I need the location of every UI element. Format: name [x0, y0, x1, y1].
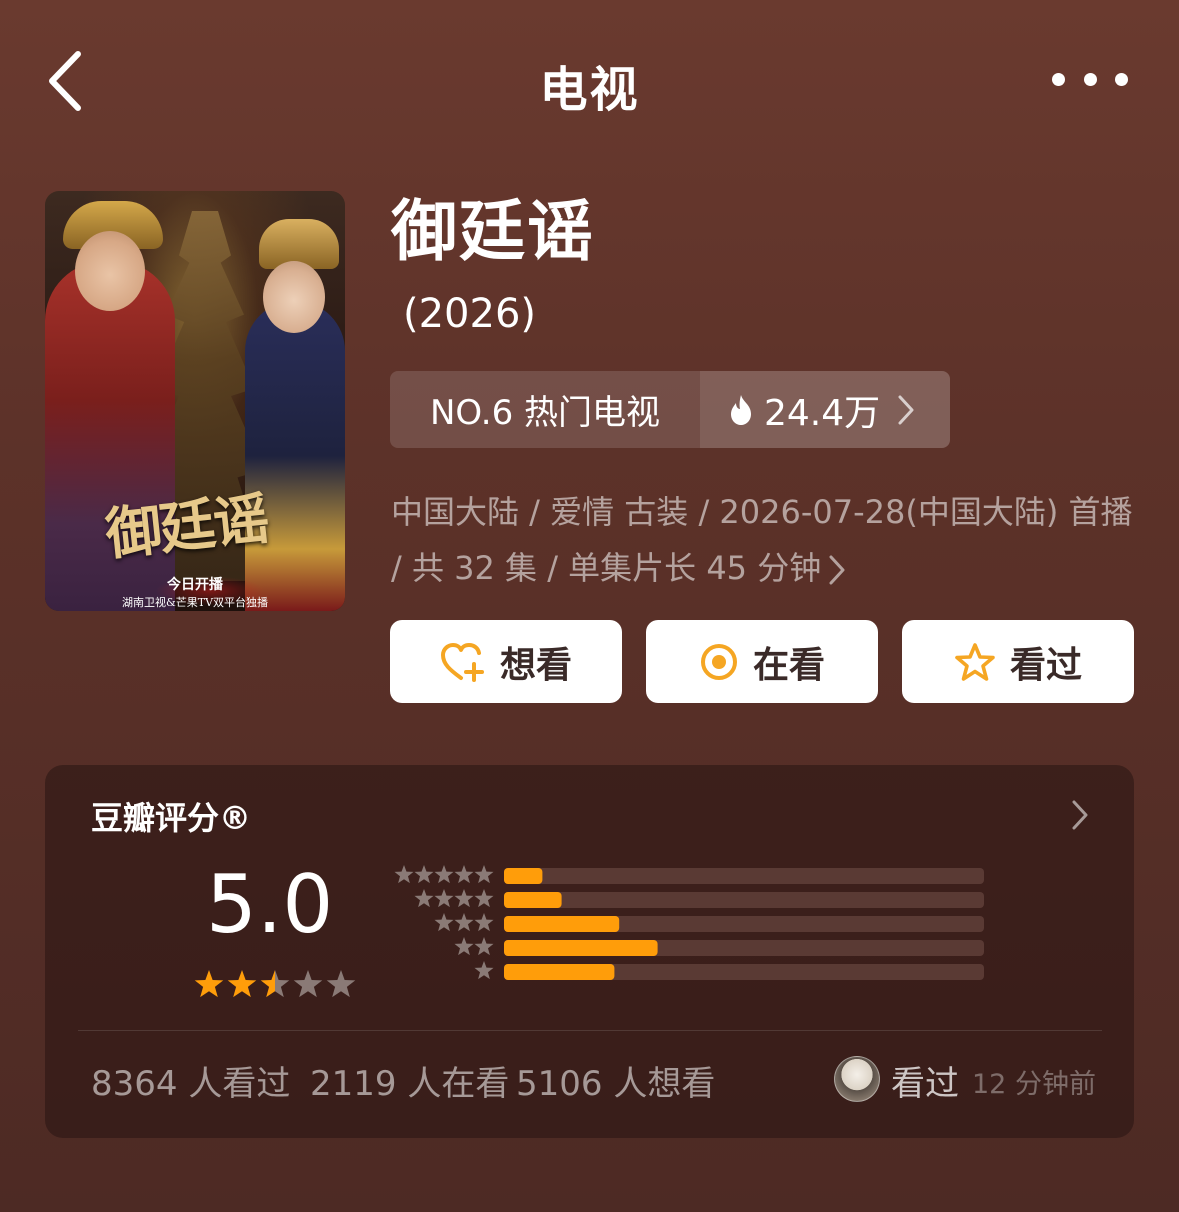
- want-count: 5106 人想看: [516, 1064, 716, 1104]
- recent-activity-time: 12 分钟前: [972, 1069, 1096, 1100]
- distribution-star: [434, 865, 454, 884]
- rating-distribution-bars: [504, 868, 984, 980]
- rating-star: [194, 970, 224, 998]
- distribution-bar-3-star: [504, 916, 620, 932]
- distribution-star: [474, 961, 494, 980]
- star-outline-icon: [955, 642, 995, 681]
- distribution-star: [454, 889, 474, 908]
- heat-value: 24.4万: [764, 392, 881, 434]
- chevron-right-icon: [829, 555, 845, 585]
- distribution-star: [474, 913, 494, 932]
- avatar[interactable]: [834, 1056, 880, 1102]
- more-dot-icon: [1115, 72, 1128, 86]
- want-to-watch-button[interactable]: 想看: [390, 620, 622, 703]
- watched-button[interactable]: 看过: [902, 620, 1134, 703]
- distribution-star: [454, 913, 474, 932]
- rating-score: 5.0: [206, 858, 334, 951]
- distribution-star: [414, 865, 434, 884]
- distribution-bar-2-star: [504, 940, 658, 956]
- poster-face-right: [263, 261, 325, 333]
- show-title: 御廷谣: [391, 193, 595, 270]
- target-icon: [700, 643, 737, 680]
- poster-figure-right: [245, 301, 345, 611]
- distribution-bar-4-star: [504, 892, 562, 908]
- want-to-watch-label: 想看: [499, 644, 572, 686]
- show-meta-info[interactable]: 中国大陆 / 爱情 古装 / 2026-07-28(中国大陆) 首播 / 共 3…: [391, 484, 1136, 596]
- rating-star: [293, 970, 323, 998]
- distribution-star: [474, 865, 494, 884]
- distribution-star: [474, 889, 494, 908]
- page-title: 电视: [539, 62, 640, 118]
- rank-badge[interactable]: NO.6 热门电视 24.4万: [390, 371, 950, 448]
- heat-indicator[interactable]: 24.4万: [700, 371, 950, 448]
- poster-image[interactable]: 御廷谣 今日开播 湖南卫视&芒果TV双平台独播: [45, 191, 345, 611]
- more-dot-icon: [1083, 72, 1097, 86]
- rating-stars: [194, 970, 356, 998]
- rating-heading: 豆瓣评分®: [91, 799, 252, 837]
- poster-subtitle-platform: 湖南卫视&芒果TV双平台独播: [121, 596, 269, 609]
- rating-detail-chevron[interactable]: [1068, 798, 1094, 832]
- watching-button[interactable]: 在看: [646, 620, 878, 703]
- poster-subtitle: 今日开播: [167, 577, 223, 593]
- distribution-track: [504, 868, 984, 884]
- recent-activity-label: 看过: [891, 1064, 959, 1104]
- show-year: (2026): [403, 291, 537, 337]
- poster-face-left: [75, 231, 145, 311]
- distribution-bar-5-star: [504, 868, 543, 884]
- rank-label: NO.6 热门电视: [390, 371, 700, 448]
- distribution-star: [414, 889, 434, 908]
- distribution-star: [434, 913, 454, 932]
- show-meta-text: 中国大陆 / 爱情 古装 / 2026-07-28(中国大陆) 首播 / 共 3…: [391, 493, 1133, 587]
- more-button[interactable]: [1052, 62, 1128, 96]
- chevron-right-icon: [898, 395, 914, 424]
- watched-count: 8364 人看过: [91, 1064, 291, 1104]
- flame-icon: [731, 394, 751, 425]
- distribution-star: [474, 937, 494, 956]
- distribution-track: [504, 892, 984, 908]
- chevron-right-icon: [1072, 800, 1088, 830]
- distribution-star: [434, 889, 454, 908]
- watched-label: 看过: [1009, 644, 1082, 686]
- distribution-star: [454, 937, 474, 956]
- rating-star: [326, 970, 356, 998]
- heart-plus-icon: [440, 642, 484, 682]
- rating-star: [260, 970, 290, 998]
- distribution-bar-1-star: [504, 964, 615, 980]
- more-dot-icon: [1052, 72, 1065, 86]
- distribution-star: [454, 865, 474, 884]
- watching-count: 2119 人在看: [310, 1064, 510, 1104]
- rating-divider: [78, 1030, 1102, 1031]
- rating-distribution-stars: [394, 865, 494, 980]
- watching-label: 在看: [752, 644, 825, 686]
- distribution-star: [394, 865, 414, 884]
- rating-star: [227, 970, 257, 998]
